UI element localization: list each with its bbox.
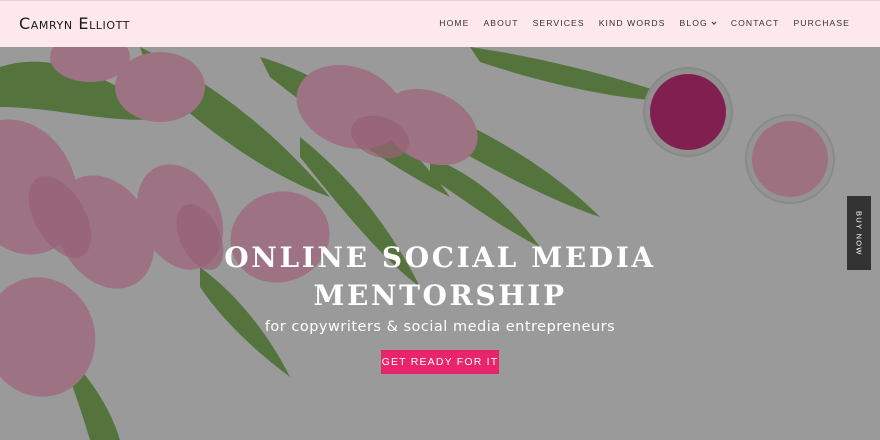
hero-section: Online Social Media Mentorship for copyw… [0, 47, 880, 440]
hero-subtitle: for copywriters & social media entrepren… [264, 319, 616, 335]
nav-kind-words[interactable]: Kind Words [599, 18, 666, 28]
nav-blog-label: Blog [679, 18, 708, 28]
hero-title-line2: Mentorship [313, 279, 567, 312]
get-ready-button[interactable]: Get ready for it [381, 350, 499, 374]
nav-about[interactable]: About [483, 18, 518, 28]
hero-title-line1: Online Social Media [224, 241, 656, 274]
nav-contact[interactable]: Contact [731, 18, 780, 28]
site-header: Camryn Elliott Home About Services Kind … [0, 0, 880, 47]
nav-home[interactable]: Home [439, 18, 469, 28]
nav-services[interactable]: Services [533, 18, 585, 28]
chevron-down-icon [711, 21, 717, 25]
buy-now-side-tab[interactable]: Buy Now [847, 196, 871, 270]
main-nav: Home About Services Kind Words Blog Cont… [425, 18, 850, 28]
site-logo[interactable]: Camryn Elliott [19, 14, 130, 33]
nav-purchase[interactable]: Purchase [793, 18, 850, 28]
nav-blog[interactable]: Blog [680, 18, 717, 28]
